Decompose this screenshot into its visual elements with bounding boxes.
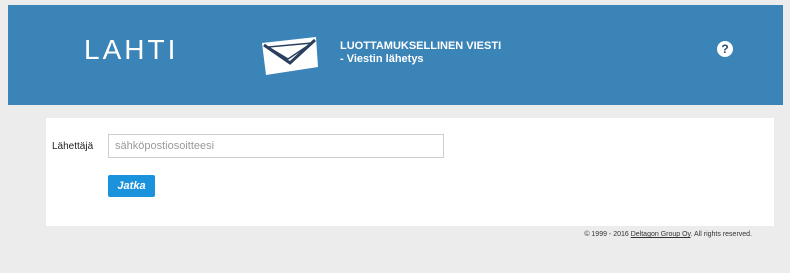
company-link[interactable]: Deltagon Group Oy bbox=[631, 231, 691, 238]
title-line-2: - Viestin lähetys bbox=[340, 53, 424, 65]
lahti-logo: LAHTI bbox=[84, 34, 179, 65]
title-line-1: LUOTTAMUKSELLINEN VIESTI bbox=[340, 40, 502, 52]
footer-copyright: © 1999 - 2016 Deltagon Group Oy. All rig… bbox=[584, 231, 752, 238]
copyright-prefix: © 1999 - 2016 bbox=[584, 231, 629, 238]
help-icon[interactable]: ? bbox=[717, 41, 733, 57]
continue-button[interactable]: Jatka bbox=[108, 175, 155, 197]
sender-label: Lähettäjä bbox=[52, 141, 94, 152]
rights-text: . All rights reserved. bbox=[690, 231, 752, 238]
envelope-icon bbox=[262, 37, 318, 75]
page-header: LAHTI LUOTTAMUKSELLINEN VIESTI - Viestin… bbox=[8, 5, 783, 105]
sender-email-input[interactable] bbox=[108, 134, 444, 158]
page-title: LUOTTAMUKSELLINEN VIESTI - Viestin lähet… bbox=[340, 40, 501, 66]
